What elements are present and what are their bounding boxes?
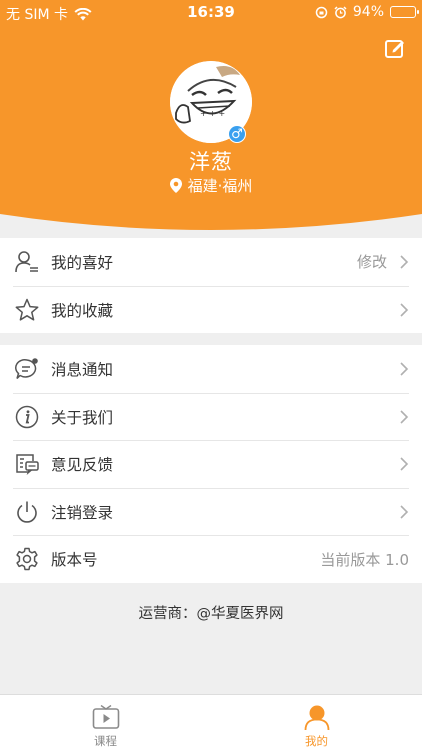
tab-courses[interactable]: 课程	[0, 695, 211, 750]
message-icon	[14, 356, 40, 382]
username: 洋葱	[189, 150, 233, 174]
chevron-right-icon	[400, 255, 409, 269]
menu-group-settings: 消息通知 关于我们 意见反馈 注销登录 版本号 当前版本 1.0	[0, 345, 422, 583]
battery-icon	[390, 6, 419, 18]
star-icon	[14, 297, 40, 323]
person-icon	[304, 705, 329, 730]
profile-header: 无 SIM 卡 16:39 94% + + + ♂ 洋葱 福建·福州	[0, 0, 422, 232]
feedback-icon	[14, 451, 40, 477]
tab-label: 我的	[305, 734, 328, 748]
svg-text:+ + +: + + +	[200, 109, 225, 118]
tab-label: 课程	[94, 734, 117, 748]
menu-value: 修改	[356, 253, 387, 272]
gear-icon	[14, 546, 40, 572]
location-pin-icon	[169, 178, 182, 193]
menu-item-feedback[interactable]: 意见反馈	[13, 440, 409, 488]
info-icon	[14, 404, 40, 430]
menu-label: 消息通知	[51, 360, 114, 379]
power-icon	[14, 499, 40, 525]
tab-mine[interactable]: 我的	[211, 695, 422, 750]
menu-group-preferences: 我的喜好 修改 我的收藏	[0, 238, 422, 333]
operator-text: 运营商：@华夏医界网	[138, 606, 284, 622]
menu-label: 注销登录	[51, 503, 114, 522]
menu-label: 我的收藏	[51, 301, 114, 320]
gender-badge: ♂	[228, 125, 246, 143]
tab-bar: 课程 我的	[0, 694, 422, 750]
menu-item-about[interactable]: 关于我们	[13, 392, 409, 441]
menu-label: 意见反馈	[51, 456, 114, 475]
menu-item-favorites[interactable]: 我的收藏	[13, 285, 409, 334]
location-line: 福建·福州	[0, 175, 422, 196]
menu-label: 我的喜好	[51, 253, 114, 272]
status-bar: 无 SIM 卡 16:39 94%	[0, 0, 422, 26]
battery-percent: 94%	[352, 4, 384, 20]
tv-play-icon	[92, 705, 119, 729]
menu-label: 关于我们	[51, 408, 114, 427]
alarm-icon	[334, 5, 347, 18]
menu-item-notifications[interactable]: 消息通知	[13, 345, 409, 393]
menu-item-logout[interactable]: 注销登录	[13, 487, 409, 536]
chevron-right-icon	[400, 410, 409, 424]
orientation-lock-icon	[315, 6, 328, 18]
chevron-right-icon	[400, 457, 409, 471]
menu-item-version[interactable]: 版本号 当前版本 1.0	[13, 535, 409, 583]
chevron-right-icon	[400, 362, 409, 376]
edit-icon[interactable]	[384, 37, 406, 59]
version-value: 当前版本 1.0	[320, 550, 409, 569]
menu-label: 版本号	[51, 551, 98, 570]
chevron-right-icon	[400, 303, 409, 317]
user-list-icon	[14, 249, 40, 275]
chevron-right-icon	[400, 505, 409, 519]
menu-item-preferences[interactable]: 我的喜好 修改	[13, 238, 409, 286]
location-text: 福建·福州	[187, 177, 253, 195]
